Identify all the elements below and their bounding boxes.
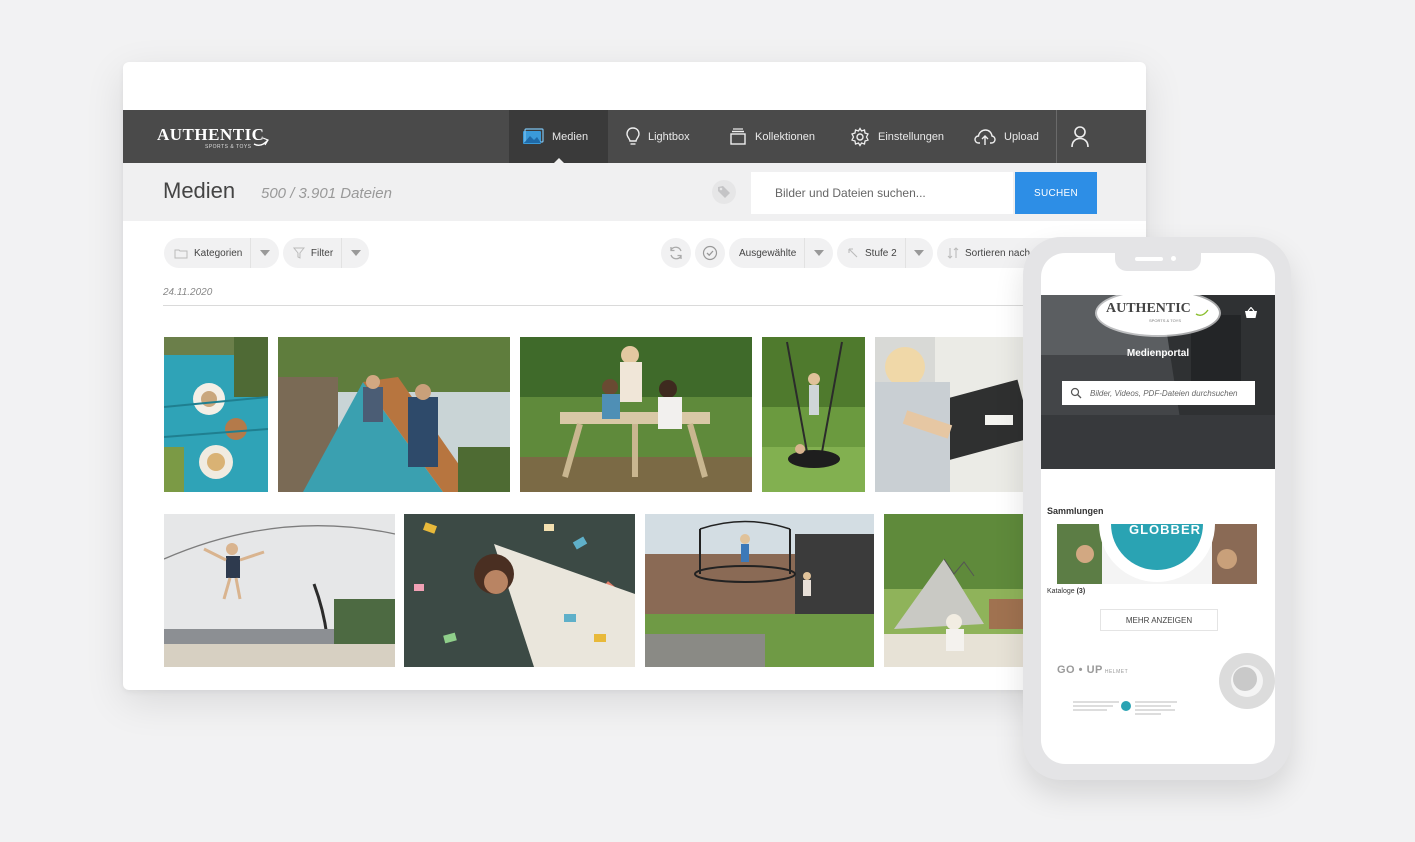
collection-card[interactable]: GLOBBER [1057, 524, 1257, 584]
nav-item-upload[interactable]: Upload [961, 110, 1052, 163]
box-icon [730, 127, 746, 145]
date-divider [163, 305, 1123, 306]
goup-logo: GO • UP HELMET [1057, 664, 1128, 676]
mobile-brand-sub: SPORTS & TOYS [1149, 318, 1182, 323]
mobile-brand-word: AUTHENTIC [1106, 301, 1191, 316]
image-icon [523, 127, 544, 144]
media-thumbnail[interactable] [875, 337, 1023, 492]
camera-icon [1171, 256, 1176, 261]
collection-caption: Kataloge (3) [1047, 588, 1085, 595]
group-date: 24.11.2020 [163, 287, 213, 298]
chevron-down-icon [341, 238, 369, 268]
mobile-screen: AUTHENTIC SPORTS & TOYS Medienportal Sam… [1041, 253, 1275, 764]
goup-logo-sub: HELMET [1104, 669, 1129, 675]
nav-item-label: Kollektionen [755, 130, 815, 143]
sort-icon [947, 247, 959, 259]
select-all-button[interactable] [695, 238, 725, 268]
kategorien-dropdown[interactable]: Kategorien [164, 238, 279, 268]
cloud-upload-icon [974, 128, 996, 145]
mobile-brand-logo: AUTHENTIC SPORTS & TOYS [1097, 291, 1219, 335]
refresh-icon [670, 246, 682, 260]
filter-label: Filter [310, 247, 334, 259]
media-thumbnail[interactable] [884, 514, 1024, 667]
nav-item-medien[interactable]: Medien [509, 110, 608, 164]
speaker-grille [1135, 257, 1163, 261]
chevron-down-icon [804, 238, 832, 268]
media-thumbnail[interactable] [520, 337, 752, 492]
page-title: Medien [163, 178, 236, 203]
search-input[interactable] [751, 172, 1013, 214]
basket-icon[interactable] [1244, 307, 1258, 319]
certification-badge-icon [1121, 701, 1177, 715]
media-thumbnail[interactable] [164, 514, 395, 667]
nav-divider [1056, 110, 1057, 163]
funnel-icon [293, 247, 305, 259]
refresh-button[interactable] [661, 238, 691, 268]
nav-item-label: Upload [1004, 130, 1039, 143]
ausgewaehlte-dropdown[interactable]: Ausgewählte [729, 238, 833, 268]
helmet-graphic-icon [1219, 653, 1275, 709]
brand-logo-word: AUTHENTIC [157, 125, 265, 144]
sortieren-label: Sortieren nach [965, 247, 1031, 259]
resize-icon [848, 248, 858, 258]
nav-item-einstellungen[interactable]: Einstellungen [837, 110, 957, 163]
media-thumbnail[interactable] [645, 514, 874, 667]
phone-notch [1115, 253, 1201, 271]
user-menu-button[interactable] [1067, 124, 1093, 150]
tag-icon [712, 180, 736, 204]
check-circle-icon [702, 245, 718, 261]
nav-item-lightbox[interactable]: Lightbox [613, 110, 703, 163]
ausgewaehlte-label: Ausgewählte [739, 247, 797, 259]
goup-logo-text: GO • UP [1057, 664, 1103, 676]
folder-icon [174, 249, 188, 258]
show-more-button[interactable]: MEHR ANZEIGEN [1100, 609, 1218, 631]
collections-title: Sammlungen [1047, 506, 1104, 516]
brand-logo-sub: SPORTS & TOYS [205, 144, 252, 150]
collection-count: (3) [1076, 588, 1086, 595]
collection-banner-text: GLOBBER [1129, 524, 1201, 537]
nav-item-kollektionen[interactable]: Kollektionen [716, 110, 828, 163]
user-icon [1071, 126, 1089, 148]
media-thumbnail[interactable] [404, 514, 635, 667]
search-button[interactable]: SUCHEN [1015, 172, 1097, 214]
search-icon [1070, 387, 1082, 399]
media-thumbnail[interactable] [278, 337, 510, 492]
chevron-down-icon [904, 238, 933, 268]
tag-filter-button[interactable] [711, 179, 737, 205]
page-subheader: Medien 500 / 3.901 Dateien SUCHEN [123, 163, 1146, 221]
kategorien-label: Kategorien [194, 247, 243, 259]
stufe-label: Stufe 2 [865, 247, 897, 259]
brand-logo[interactable]: AUTHENTIC SPORTS & TOYS [157, 122, 269, 152]
filter-dropdown[interactable]: Filter [283, 238, 369, 268]
media-thumbnail[interactable] [164, 337, 268, 492]
stufe-dropdown[interactable]: Stufe 2 [837, 238, 933, 268]
nav-item-label: Lightbox [648, 130, 690, 143]
nav-item-label: Medien [552, 130, 589, 143]
chevron-down-icon [250, 238, 278, 268]
mobile-search-input[interactable] [1062, 381, 1255, 405]
file-count: 500 / 3.901 Dateien [261, 185, 392, 202]
logo-swoosh-icon [1195, 309, 1209, 317]
gear-icon [851, 126, 869, 147]
lightbulb-icon [626, 126, 640, 145]
media-thumbnail[interactable] [762, 337, 865, 492]
mobile-device: AUTHENTIC SPORTS & TOYS Medienportal Sam… [1023, 237, 1291, 780]
fine-print-block [1073, 701, 1119, 711]
desktop-window: AUTHENTIC SPORTS & TOYS Medien Lightbox [123, 62, 1146, 690]
top-navbar: AUTHENTIC SPORTS & TOYS Medien Lightbox [123, 110, 1146, 164]
mobile-hero-title: Medienportal [1126, 348, 1190, 359]
nav-item-label: Einstellungen [878, 130, 945, 143]
logo-swoosh-icon [253, 137, 269, 147]
collection-name: Kataloge [1047, 588, 1075, 595]
